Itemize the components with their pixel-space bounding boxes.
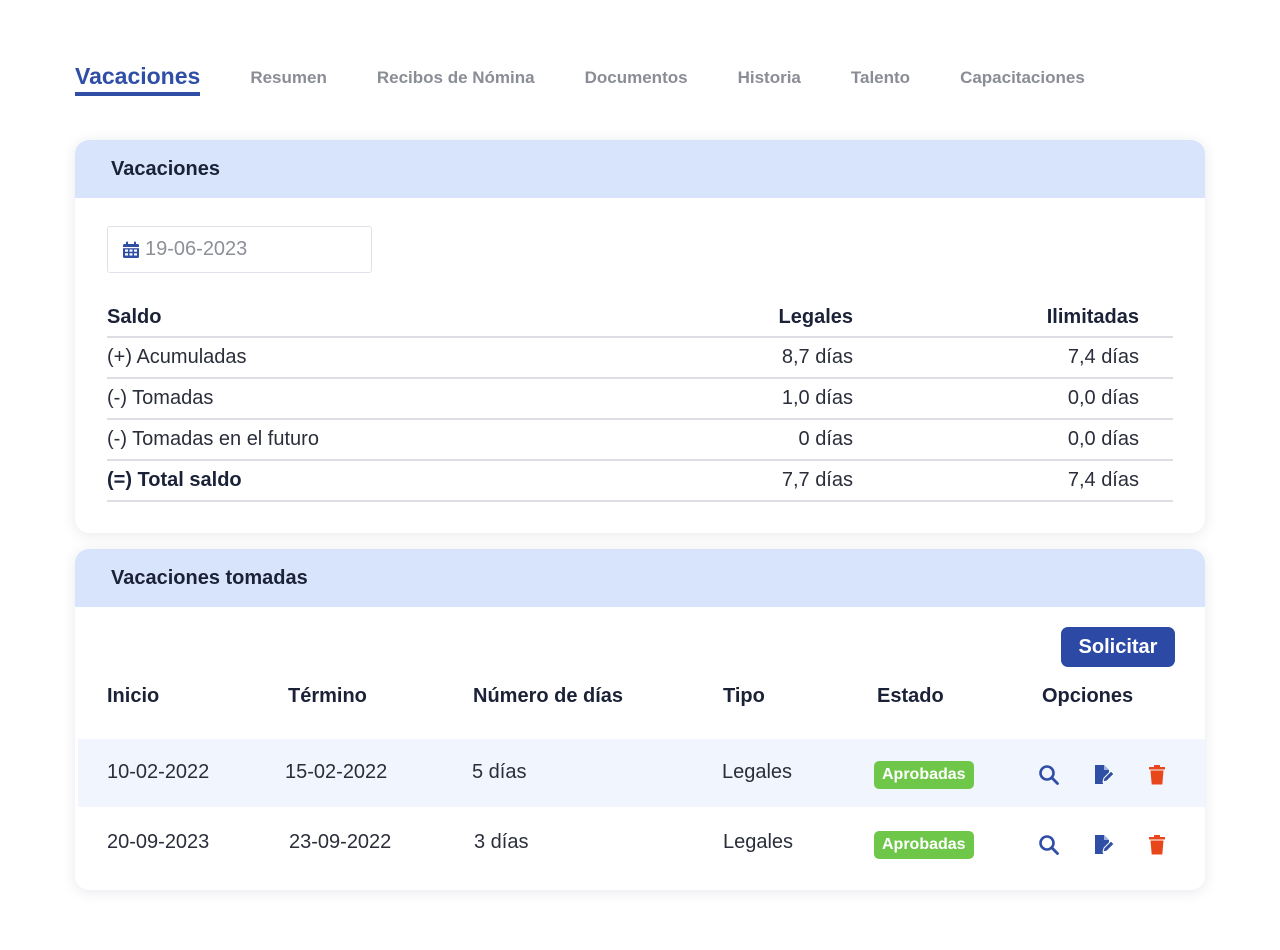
header-termino: Término — [288, 685, 367, 707]
balance-table: Saldo Legales Ilimitadas (+) Acumuladas … — [107, 298, 1173, 502]
header-inicio: Inicio — [107, 685, 160, 707]
balance-label: (=) Total saldo — [107, 469, 242, 491]
cell-tipo: Legales — [722, 761, 793, 783]
balance-legales: 8,7 días — [781, 346, 853, 368]
balance-row: (+) Acumuladas 8,7 días 7,4 días — [107, 338, 1173, 379]
balance-label: (+) Acumuladas — [107, 346, 247, 368]
balance-label: (-) Tomadas en el futuro — [107, 428, 319, 450]
balance-row: (-) Tomadas en el futuro 0 días 0,0 días — [107, 420, 1173, 461]
tab-documentos[interactable]: Documentos — [585, 68, 688, 96]
edit-document-icon[interactable] — [1092, 764, 1114, 786]
table-row: 10-02-2022 15-02-2022 5 días Legales Apr… — [78, 739, 1205, 807]
balance-ilimitadas: 0,0 días — [1067, 428, 1139, 450]
header-opciones: Opciones — [1042, 685, 1134, 707]
calendar-icon — [123, 241, 139, 258]
table-row: 20-09-2023 23-09-2022 3 días Legales Apr… — [78, 809, 1205, 877]
header-saldo: Saldo — [107, 305, 162, 328]
balance-total-row: (=) Total saldo 7,7 días 7,4 días — [107, 461, 1173, 502]
tab-historia[interactable]: Historia — [738, 68, 801, 96]
cell-termino: 15-02-2022 — [285, 761, 388, 783]
balance-legales: 0 días — [798, 428, 853, 450]
card-title: Vacaciones tomadas — [75, 549, 1205, 607]
balance-label: (-) Tomadas — [107, 387, 214, 409]
vacation-balance-card: Vacaciones Saldo Legales Ilimitadas (+) … — [75, 140, 1205, 533]
tab-bar: Vacaciones Resumen Recibos de Nómina Doc… — [75, 56, 1135, 96]
header-tipo: Tipo — [723, 685, 765, 707]
date-picker[interactable] — [107, 226, 372, 273]
status-badge: Aprobadas — [874, 831, 974, 859]
balance-ilimitadas: 7,4 días — [1067, 469, 1139, 491]
tab-capacitaciones[interactable]: Capacitaciones — [960, 68, 1085, 96]
cell-inicio: 20-09-2023 — [107, 831, 210, 853]
header-legales: Legales — [778, 305, 853, 328]
card-title: Vacaciones — [75, 140, 1205, 198]
tab-talento[interactable]: Talento — [851, 68, 910, 96]
status-badge: Aprobadas — [874, 761, 974, 789]
edit-document-icon[interactable] — [1092, 834, 1114, 856]
vacations-taken-card: Vacaciones tomadas Solicitar Inicio Térm… — [75, 549, 1205, 890]
date-input[interactable] — [145, 238, 345, 261]
balance-ilimitadas: 7,4 días — [1067, 346, 1139, 368]
trash-icon[interactable] — [1146, 764, 1168, 786]
balance-legales: 7,7 días — [781, 469, 853, 491]
cell-inicio: 10-02-2022 — [107, 761, 210, 783]
cell-tipo: Legales — [723, 831, 794, 853]
balance-ilimitadas: 0,0 días — [1067, 387, 1139, 409]
tab-recibos-nomina[interactable]: Recibos de Nómina — [377, 68, 535, 96]
search-icon[interactable] — [1038, 834, 1060, 856]
tab-vacaciones[interactable]: Vacaciones — [75, 63, 201, 96]
request-button[interactable]: Solicitar — [1061, 627, 1175, 667]
cell-termino: 23-09-2022 — [289, 831, 392, 853]
tab-resumen[interactable]: Resumen — [250, 68, 327, 96]
header-estado: Estado — [877, 685, 944, 707]
header-numero-dias: Número de días — [473, 685, 624, 707]
balance-row: (-) Tomadas 1,0 días 0,0 días — [107, 379, 1173, 420]
taken-header-row: Inicio Término Número de días Tipo Estad… — [107, 685, 1173, 713]
header-ilimitadas: Ilimitadas — [1046, 305, 1139, 328]
search-icon[interactable] — [1038, 764, 1060, 786]
cell-dias: 3 días — [474, 831, 529, 853]
balance-legales: 1,0 días — [781, 387, 853, 409]
trash-icon[interactable] — [1146, 834, 1168, 856]
balance-header-row: Saldo Legales Ilimitadas — [107, 298, 1173, 338]
cell-dias: 5 días — [472, 761, 527, 783]
